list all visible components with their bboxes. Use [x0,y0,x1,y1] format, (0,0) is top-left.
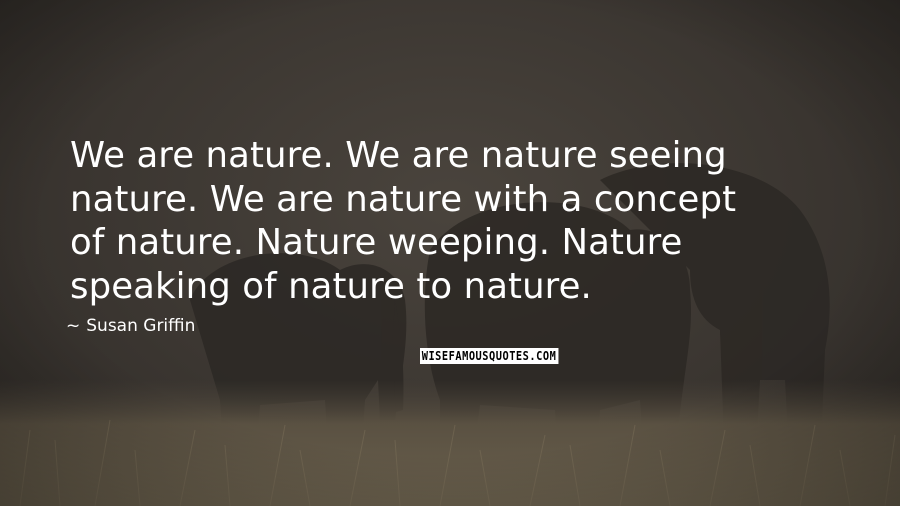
author-dash: ~ [66,316,81,336]
site-watermark: WISEFAMOUSQUOTES.COM [420,348,559,364]
quote-author: ~ Susan Griffin [66,314,195,338]
quote-card: We are nature. We are nature seeing natu… [0,0,900,506]
author-name: Susan Griffin [86,316,196,336]
quote-text: We are nature. We are nature seeing natu… [70,135,737,307]
